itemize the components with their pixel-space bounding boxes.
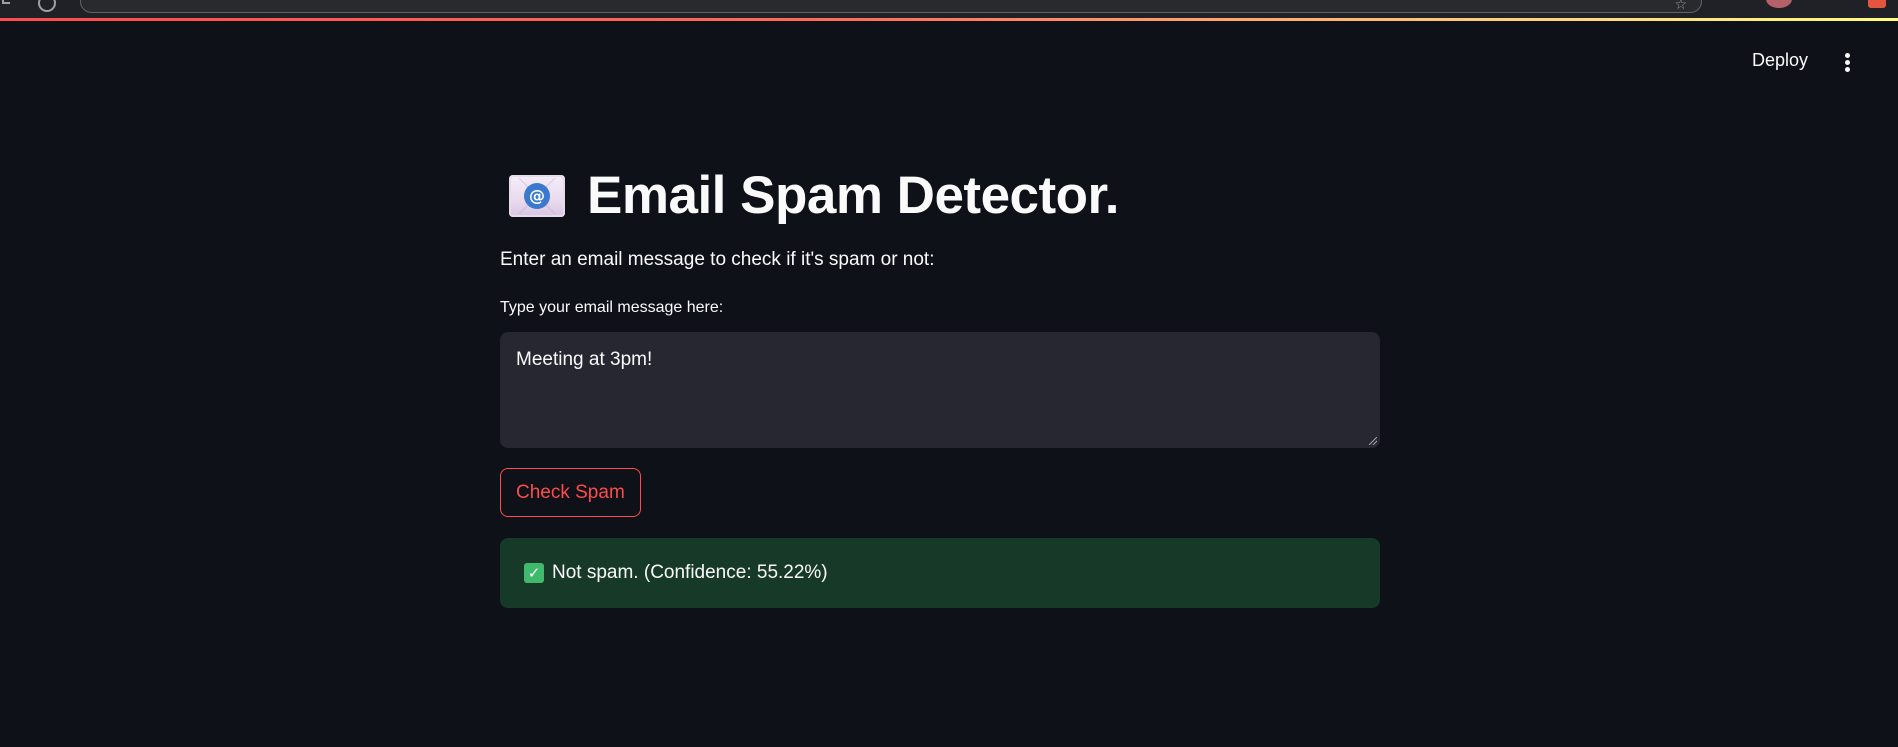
browser-toolbar: ☆: [0, 0, 1898, 18]
check-mark-icon: ✓: [524, 563, 544, 583]
profile-avatar[interactable]: [1766, 0, 1792, 8]
reload-icon[interactable]: [38, 0, 56, 12]
email-message-textarea[interactable]: Meeting at 3pm!: [500, 332, 1380, 448]
subtitle-text: Enter an email message to check if it's …: [500, 249, 935, 270]
deploy-button[interactable]: Deploy: [1752, 50, 1808, 71]
result-alert: ✓ Not spam. (Confidence: 55.22%): [500, 538, 1380, 608]
main-content: @ Email Spam Detector. Enter an email me…: [500, 160, 1380, 608]
result-text: Not spam. (Confidence: 55.22%): [552, 562, 828, 583]
resize-handle-icon[interactable]: [1369, 437, 1377, 445]
extension-icon[interactable]: [1868, 0, 1886, 8]
check-spam-button[interactable]: Check Spam: [500, 468, 641, 517]
page-title: Email Spam Detector.: [587, 166, 1119, 225]
email-envelope-icon: @: [509, 175, 565, 217]
address-bar[interactable]: ☆: [80, 0, 1702, 13]
title-row: @ Email Spam Detector.: [500, 160, 1380, 232]
back-icon[interactable]: [2, 0, 10, 4]
bookmark-star-icon[interactable]: ☆: [1674, 0, 1687, 11]
email-message-value: Meeting at 3pm!: [516, 349, 653, 370]
main-menu-icon[interactable]: [1843, 53, 1851, 73]
email-message-label: Type your email message here:: [500, 299, 724, 316]
app-decoration-bar: [0, 18, 1898, 21]
